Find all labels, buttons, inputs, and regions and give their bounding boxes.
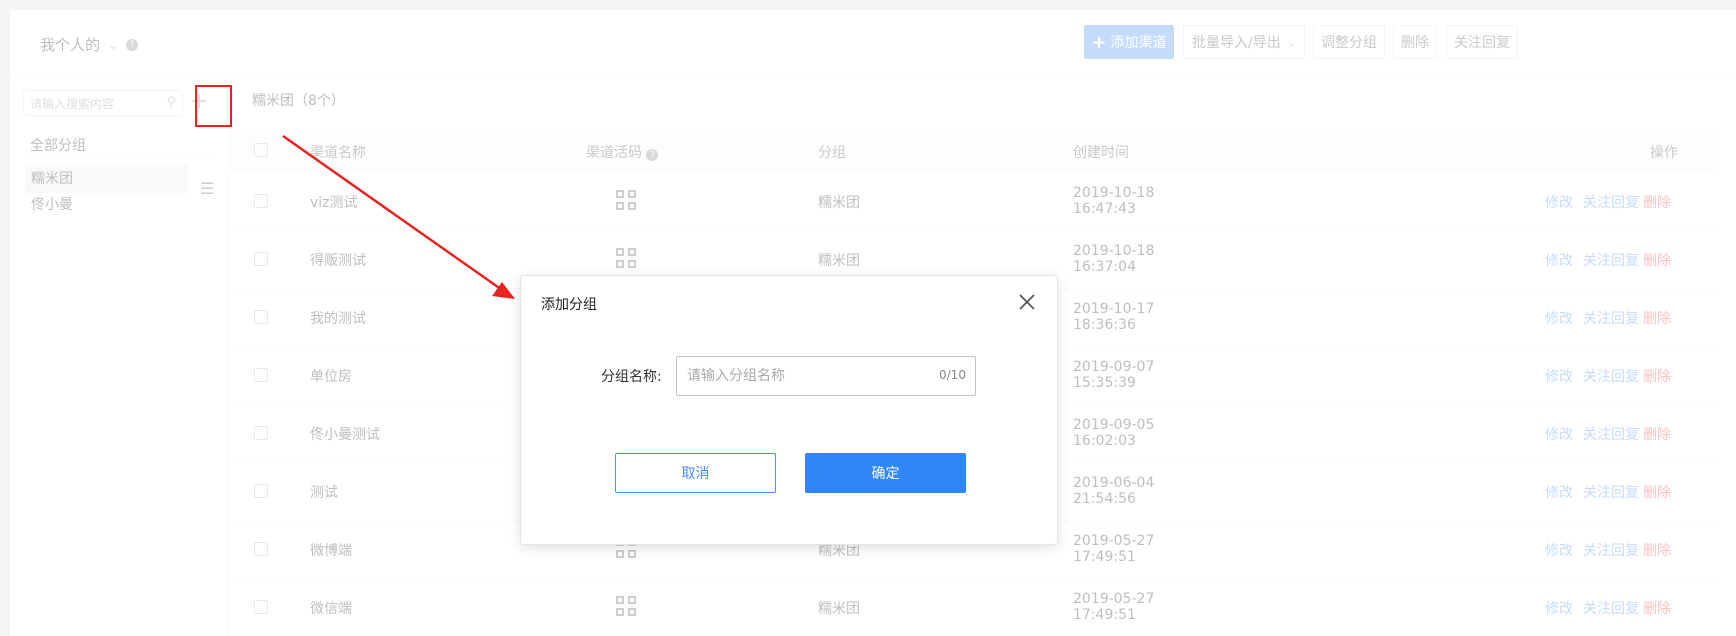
app-window: 我个人的 ⌄ ? + 添加渠道 批量导入/导出 ⌄ 调整分组 删除 关注回复 请… [10,10,1736,636]
group-name-input[interactable] [676,356,976,396]
char-counter: 0/10 [939,368,966,382]
dialog-title: 添加分组 [541,297,597,313]
cancel-button[interactable]: 取消 [615,453,776,493]
confirm-button[interactable]: 确定 [805,453,966,493]
close-icon[interactable] [1017,292,1037,312]
group-name-label: 分组名称: [601,369,662,385]
add-group-dialog: 添加分组 分组名称: 0/10 取消 确定 [520,275,1058,545]
